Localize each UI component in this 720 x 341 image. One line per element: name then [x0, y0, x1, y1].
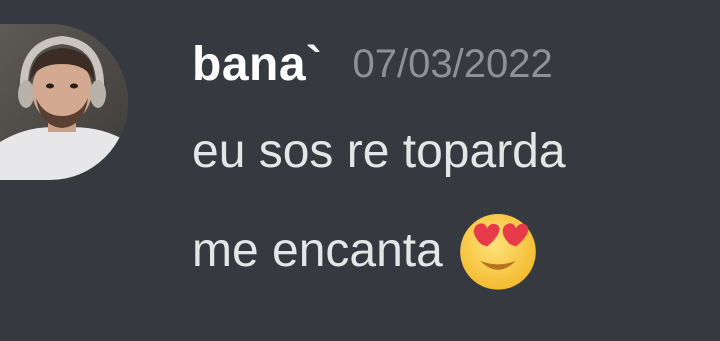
- avatar[interactable]: [0, 24, 128, 180]
- message-line: eu sos re toparda: [192, 118, 566, 184]
- message-header: bana` 07/03/2022: [192, 28, 553, 100]
- timestamp: 07/03/2022: [352, 41, 553, 86]
- message-line: me encanta: [192, 212, 543, 290]
- message-text: eu sos re toparda: [192, 124, 566, 178]
- avatar-image: [0, 24, 128, 180]
- username[interactable]: bana`: [192, 37, 323, 92]
- heart-eyes-emoji-icon: [453, 205, 543, 295]
- message-text: me encanta: [192, 223, 443, 277]
- chat-message: bana` 07/03/2022 eu sos re toparda me en…: [0, 0, 720, 341]
